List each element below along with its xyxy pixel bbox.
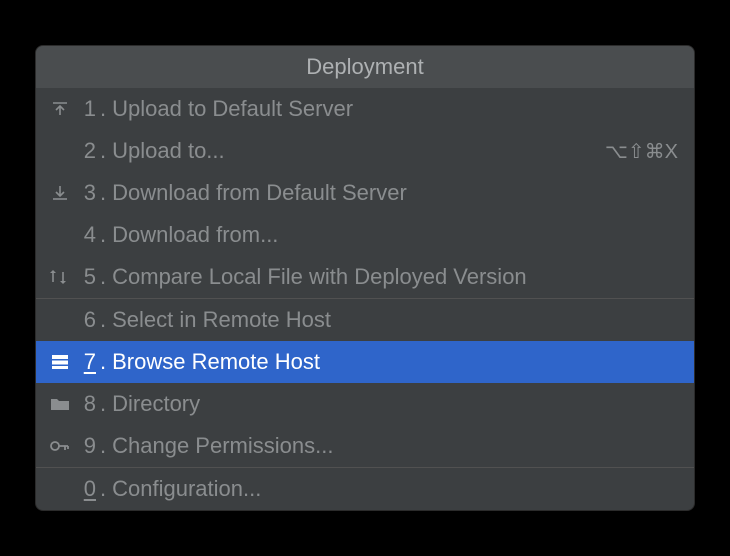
menu-item-mnemonic: 0 <box>74 476 96 502</box>
menu-item-configuration[interactable]: 0.Configuration... <box>36 468 694 510</box>
menu-item-label: Download from Default Server <box>112 180 678 206</box>
key-icon <box>46 439 74 453</box>
menu-item-mnemonic: 3 <box>74 180 96 206</box>
menu-item-label: Browse Remote Host <box>112 349 678 375</box>
menu-item-label: Upload to Default Server <box>112 96 678 122</box>
menu-item-mnemonic: 7 <box>74 349 96 375</box>
menu-item-mnemonic: 9 <box>74 433 96 459</box>
folder-icon <box>46 396 74 412</box>
menu-item-upload-to[interactable]: 2.Upload to...⌥⇧⌘X <box>36 130 694 172</box>
menu-item-mnemonic: 1 <box>74 96 96 122</box>
upload-icon <box>46 100 74 118</box>
menu-item-download-from-default-server[interactable]: 3.Download from Default Server <box>36 172 694 214</box>
menu-item-directory[interactable]: 8.Directory <box>36 383 694 425</box>
menu-item-browse-remote-host[interactable]: 7.Browse Remote Host <box>36 341 694 383</box>
download-icon <box>46 184 74 202</box>
menu-item-change-permissions[interactable]: 9.Change Permissions... <box>36 425 694 467</box>
compare-icon <box>46 269 74 285</box>
menu-item-label: Compare Local File with Deployed Version <box>112 264 678 290</box>
menu-item-label: Directory <box>112 391 678 417</box>
menu-item-select-in-remote-host[interactable]: 6.Select in Remote Host <box>36 299 694 341</box>
menu-item-mnemonic: 5 <box>74 264 96 290</box>
menu-item-label: Configuration... <box>112 476 678 502</box>
menu-item-mnemonic: 8 <box>74 391 96 417</box>
menu-item-mnemonic: 2 <box>74 138 96 164</box>
menu-item-label: Upload to... <box>112 138 593 164</box>
menu-item-mnemonic: 6 <box>74 307 96 333</box>
menu-item-upload-to-default-server[interactable]: 1.Upload to Default Server <box>36 88 694 130</box>
menu-item-label: Select in Remote Host <box>112 307 678 333</box>
menu-item-label: Download from... <box>112 222 678 248</box>
menu-item-label: Change Permissions... <box>112 433 678 459</box>
remote-host-icon <box>46 354 74 370</box>
menu-title: Deployment <box>36 46 694 88</box>
menu-item-mnemonic: 4 <box>74 222 96 248</box>
menu-item-compare-local-file-with-deployed-version[interactable]: 5.Compare Local File with Deployed Versi… <box>36 256 694 298</box>
menu-item-download-from[interactable]: 4.Download from... <box>36 214 694 256</box>
menu-item-shortcut: ⌥⇧⌘X <box>605 139 678 164</box>
deployment-menu: Deployment 1.Upload to Default Server2.U… <box>35 45 695 511</box>
